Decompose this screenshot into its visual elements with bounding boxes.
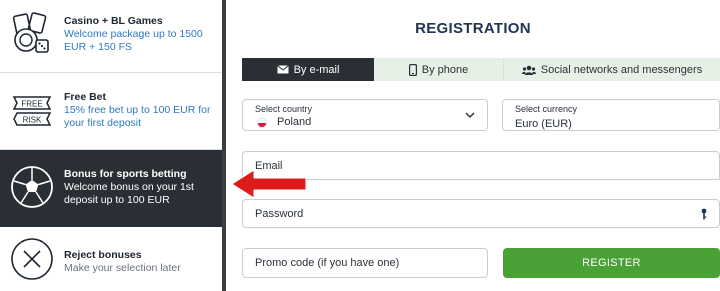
bonus-title: Free Bet (64, 91, 107, 103)
email-field[interactable]: Email (242, 151, 720, 180)
tab-label: By phone (421, 63, 469, 76)
bonus-description: Make your selection later (64, 262, 181, 274)
bonus-option-sports[interactable]: Bonus for sports betting Welcome bonus o… (0, 150, 222, 227)
promo-code-field[interactable]: Promo code (if you have one) (242, 248, 488, 278)
phone-icon (408, 63, 417, 76)
currency-label: Select currency (515, 104, 578, 114)
poland-flag-icon (257, 118, 267, 128)
envelope-icon (276, 65, 289, 74)
red-arrow-icon (231, 169, 307, 199)
register-button[interactable]: REGISTER (503, 248, 720, 278)
tab-by-email[interactable]: By e-mail (242, 58, 374, 81)
soccer-ball-icon (10, 165, 54, 209)
country-label: Select country (255, 104, 313, 114)
ticket-free-text: FREE (21, 100, 42, 109)
page-title: REGISTRATION (415, 20, 531, 37)
tab-label: By e-mail (293, 63, 340, 76)
tab-social-networks[interactable]: Social networks and messengers (504, 58, 720, 81)
country-value: Poland (277, 116, 312, 128)
bonus-option-casino[interactable]: Casino + BL Games Welcome package up to … (0, 0, 222, 73)
key-icon[interactable] (701, 208, 707, 220)
registration-screen: Casino + BL Games Welcome package up to … (0, 0, 720, 291)
bonus-option-free-bet[interactable]: FREE RISK Free Bet 15% free bet up to 10… (0, 73, 222, 150)
bonus-title: Casino + BL Games (64, 15, 163, 27)
promo-placeholder: Promo code (if you have one) (255, 257, 400, 269)
bonus-description: 15% free bet up to 100 EUR for your firs… (64, 104, 211, 129)
country-select[interactable]: Select country Poland (242, 99, 488, 131)
bonus-description: Welcome bonus on your 1st deposit up to … (64, 181, 194, 206)
currency-value: Euro (EUR) (515, 118, 572, 130)
bonus-sidebar: Casino + BL Games Welcome package up to … (0, 0, 222, 291)
bonus-title: Bonus for sports betting (64, 168, 187, 180)
bonus-description: Welcome package up to 1500 EUR + 150 FS (64, 28, 203, 53)
currency-select[interactable]: Select currency Euro (EUR) (502, 99, 720, 131)
chevron-down-icon (465, 112, 475, 119)
bonus-title: Reject bonuses (64, 249, 142, 261)
close-icon (10, 237, 54, 281)
users-icon (521, 65, 536, 75)
registration-panel: REGISTRATION By e-mail By phone Social n… (226, 0, 720, 291)
ticket-risk-text: RISK (23, 116, 42, 125)
password-field[interactable]: Password (242, 199, 720, 228)
bonus-option-reject[interactable]: Reject bonuses Make your selection later (0, 227, 222, 291)
tab-label: Social networks and messengers (540, 63, 703, 76)
tab-by-phone[interactable]: By phone (374, 58, 504, 81)
password-placeholder: Password (255, 208, 304, 220)
registration-tabs: By e-mail By phone Social networks and m… (242, 58, 720, 81)
casino-chips-icon (10, 12, 54, 56)
free-risk-ticket-icon: FREE RISK (10, 89, 54, 133)
